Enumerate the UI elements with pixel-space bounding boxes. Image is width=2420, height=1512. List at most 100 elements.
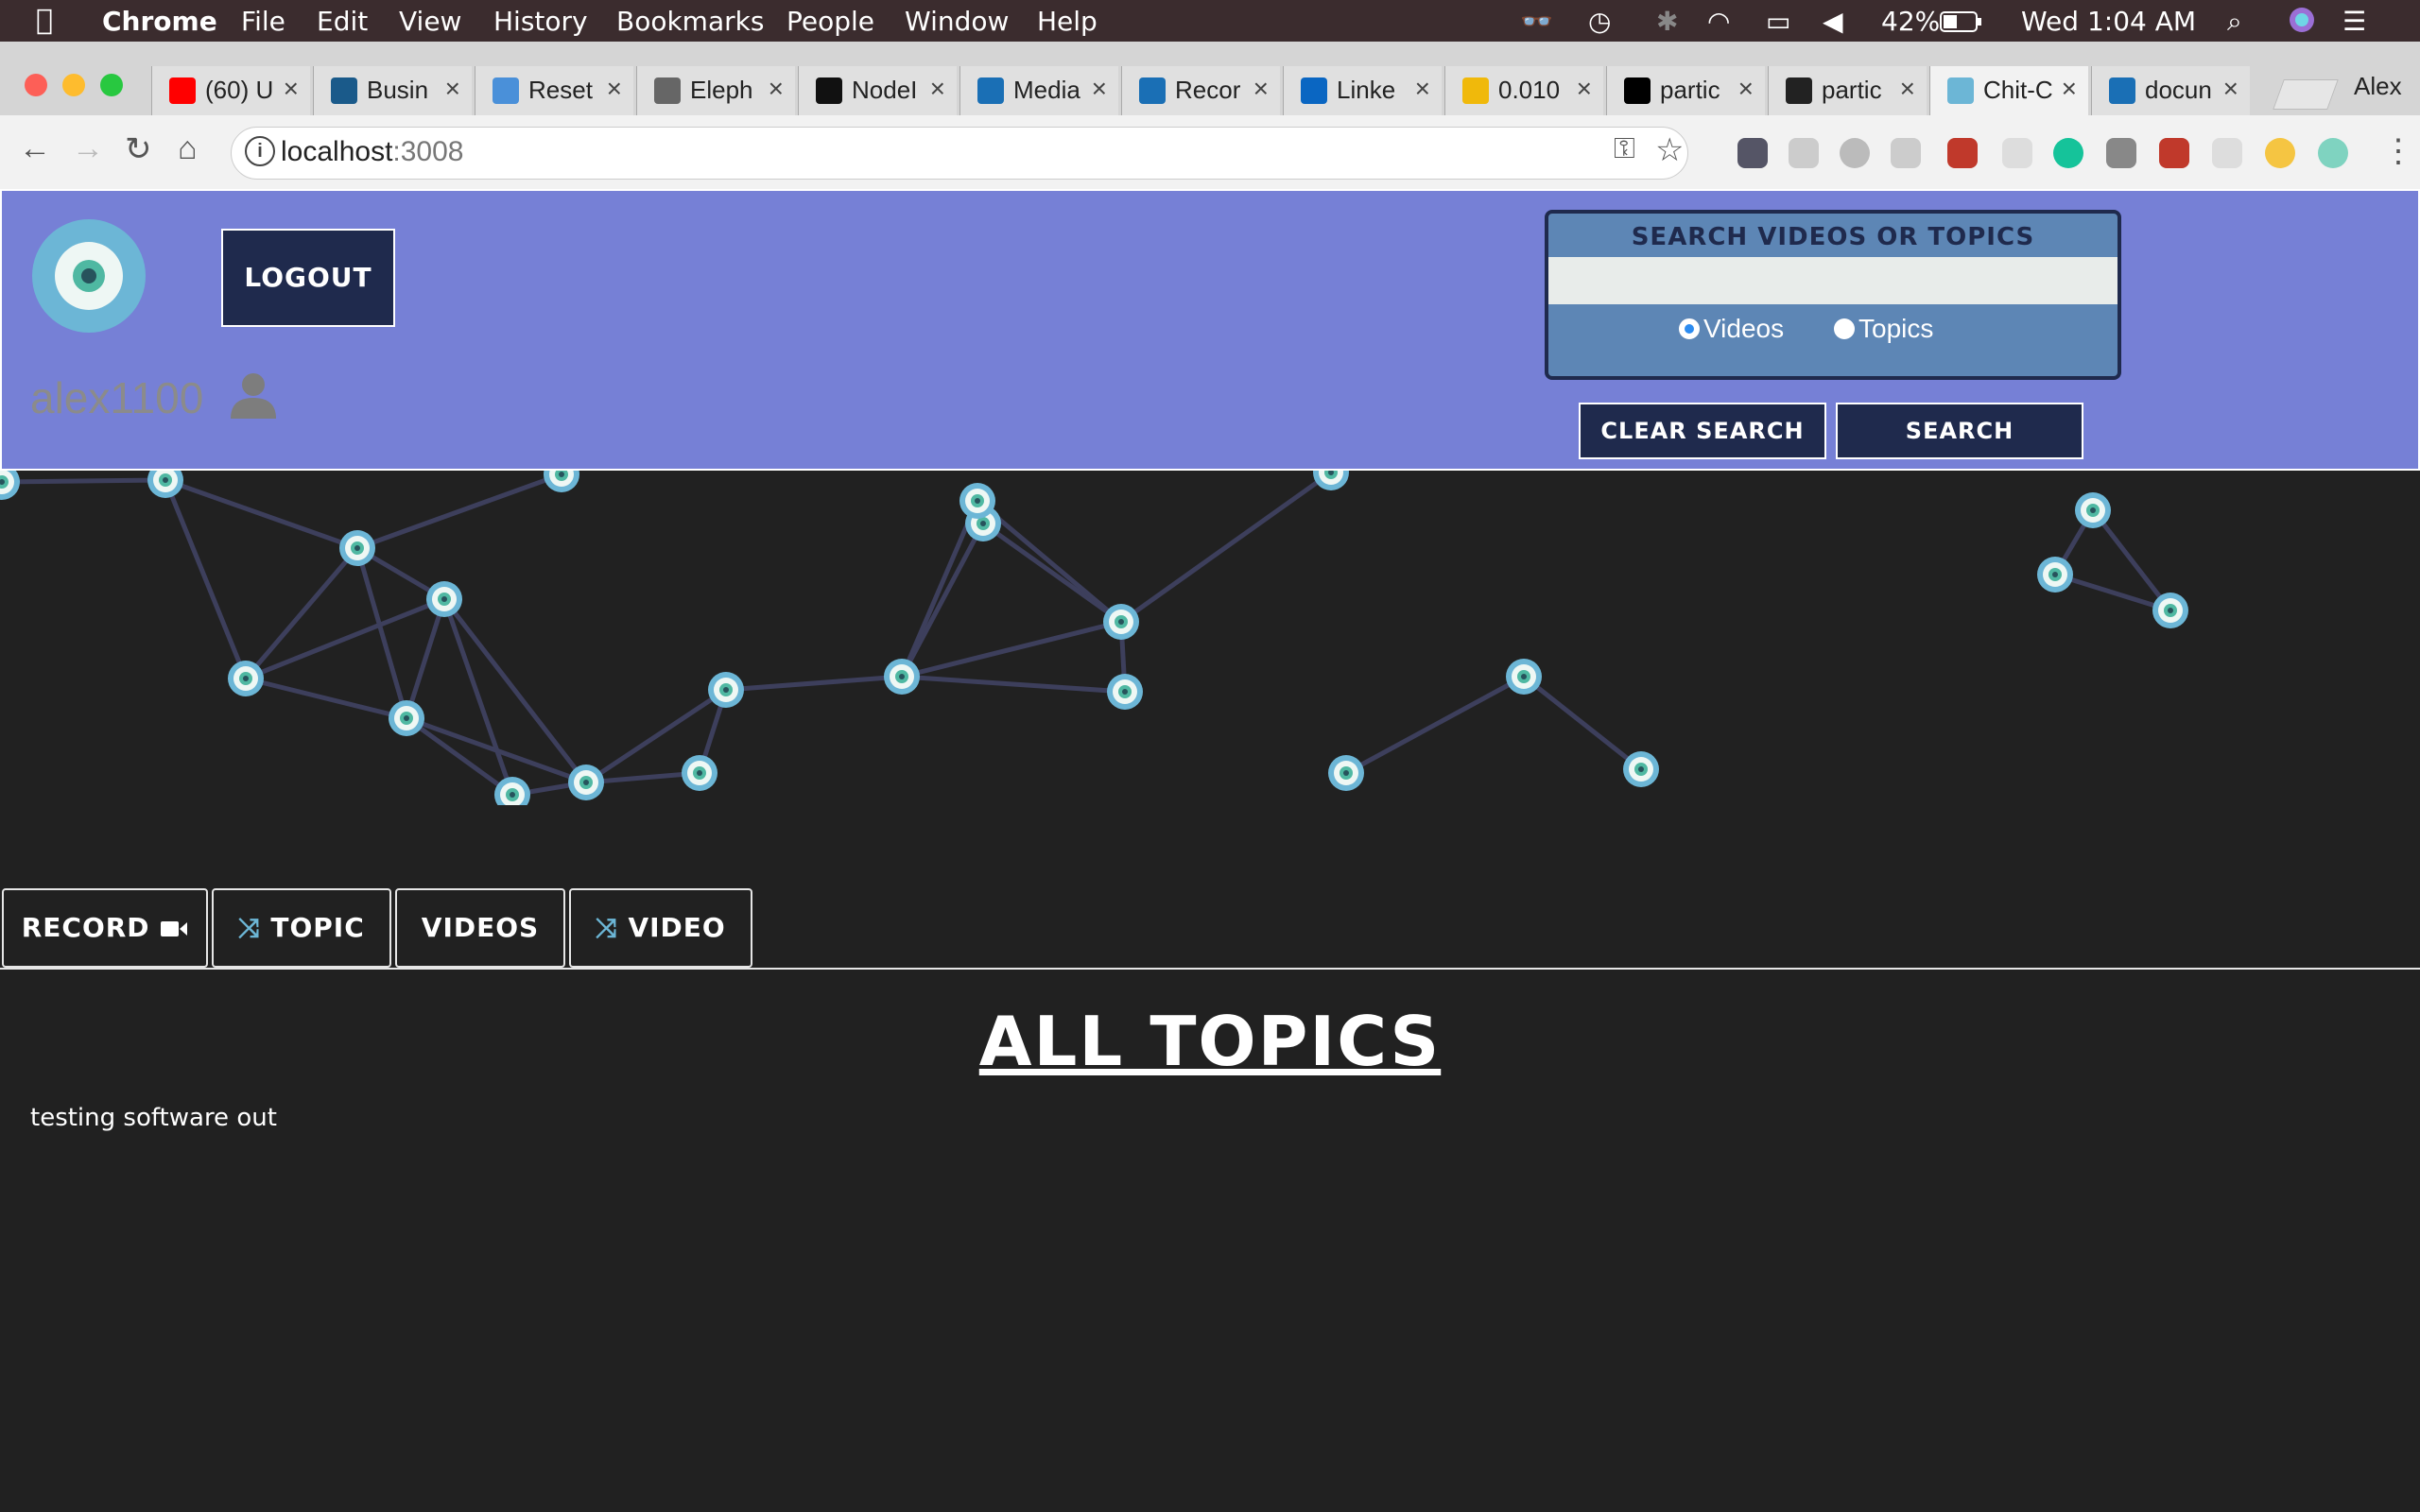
extension-cors-icon[interactable]	[2159, 138, 2189, 168]
notification-center-icon[interactable]: ☰	[2342, 6, 2366, 37]
browser-tab[interactable]: Reset ×	[475, 66, 633, 115]
bluetooth-icon[interactable]: ✱	[1656, 6, 1678, 37]
forward-icon[interactable]: →	[72, 130, 104, 167]
battery-icon[interactable]	[1940, 6, 1983, 37]
reload-icon[interactable]: ↻	[125, 130, 152, 168]
menu-help[interactable]: Help	[1037, 6, 1098, 37]
extension-grammarly-icon[interactable]	[2053, 138, 2083, 168]
menu-window[interactable]: Window	[905, 6, 1009, 37]
record-tab[interactable]: RECORD	[2, 888, 208, 968]
extension-moon-icon[interactable]	[2265, 138, 2295, 168]
radio-topics-dot[interactable]	[1834, 318, 1855, 339]
close-tab-icon[interactable]: ×	[607, 74, 622, 104]
time-machine-icon[interactable]: ◷	[1588, 6, 1611, 37]
browser-tab[interactable]: 0.010 ×	[1444, 66, 1603, 115]
apple-icon[interactable]: 	[36, 4, 53, 37]
app-logo-eye-icon[interactable]	[32, 219, 146, 333]
extension-eye-icon[interactable]	[2318, 138, 2348, 168]
close-tab-icon[interactable]: ×	[2062, 74, 2077, 104]
network-edge	[245, 596, 445, 681]
profile-name[interactable]: Alex	[2354, 72, 2402, 101]
network-edge	[901, 619, 1122, 679]
youtube-icon	[169, 77, 196, 104]
network-node-eye-icon	[2037, 557, 2073, 593]
address-bar[interactable]: i localhost:3008 ⚿ ☆	[231, 127, 1688, 180]
key-icon[interactable]: ⚿	[1614, 133, 1635, 165]
radio-topics[interactable]: Topics	[1834, 314, 1933, 344]
menu-history[interactable]: History	[493, 6, 588, 37]
close-tab-icon[interactable]: ×	[930, 74, 945, 104]
random-video-tab[interactable]: ⤨ VIDEO	[569, 888, 752, 968]
search-button[interactable]: SEARCH	[1836, 403, 2083, 459]
search-input[interactable]	[1548, 257, 2118, 304]
menu-app-name[interactable]: Chrome	[102, 6, 217, 37]
new-tab-button[interactable]	[2273, 79, 2339, 110]
extension-ghost-icon[interactable]	[2002, 138, 2032, 168]
network-edge	[164, 477, 358, 551]
clear-search-button[interactable]: CLEAR SEARCH	[1579, 403, 1826, 459]
browser-tab[interactable]: Eleph ×	[636, 66, 795, 115]
address-text[interactable]: localhost:3008	[281, 136, 463, 168]
browser-tab[interactable]: docun ×	[2091, 66, 2250, 115]
siri-icon[interactable]	[2288, 6, 2316, 37]
browser-tab[interactable]: Linke ×	[1283, 66, 1442, 115]
close-tab-icon[interactable]: ×	[1253, 74, 1269, 104]
browser-tab[interactable]: Busin ×	[313, 66, 472, 115]
radio-videos-dot[interactable]	[1679, 318, 1700, 339]
close-tab-icon[interactable]: ×	[769, 74, 784, 104]
close-tab-icon[interactable]: ×	[445, 74, 460, 104]
menu-file[interactable]: File	[241, 6, 285, 37]
close-tab-icon[interactable]: ×	[2223, 74, 2238, 104]
random-topic-tab[interactable]: ⤨ TOPIC	[212, 888, 391, 968]
minimize-window-button[interactable]	[62, 74, 85, 96]
menu-view[interactable]: View	[399, 6, 461, 37]
extension-chat-icon[interactable]	[2212, 138, 2242, 168]
browser-tab[interactable]: partic ×	[1768, 66, 1927, 115]
close-window-button[interactable]	[25, 74, 47, 96]
menu-bookmarks[interactable]: Bookmarks	[616, 6, 764, 37]
extension-sync-icon[interactable]	[1737, 138, 1768, 168]
glasses-icon[interactable]: 👓	[1520, 6, 1553, 37]
site-info-icon[interactable]: i	[245, 136, 275, 166]
menu-people[interactable]: People	[786, 6, 874, 37]
browser-tab[interactable]: NodeI ×	[798, 66, 957, 115]
bookmark-star-icon[interactable]: ☆	[1655, 131, 1684, 169]
close-tab-icon[interactable]: ×	[1577, 74, 1592, 104]
browser-tab[interactable]: (60) U ×	[151, 66, 310, 115]
video-camera-icon	[161, 921, 188, 936]
menu-edit[interactable]: Edit	[317, 6, 368, 37]
extension-tree-icon[interactable]	[1789, 138, 1819, 168]
close-tab-icon[interactable]: ×	[1092, 74, 1107, 104]
close-tab-icon[interactable]: ×	[1900, 74, 1915, 104]
volume-icon[interactable]: ◀	[1823, 6, 1843, 37]
menu-clock[interactable]: Wed 1:04 AM	[2021, 6, 2196, 37]
radio-videos[interactable]: Videos	[1679, 314, 1784, 344]
extension-bug-icon[interactable]	[1947, 138, 1978, 168]
logout-button[interactable]: LOGOUT	[221, 229, 395, 327]
back-icon[interactable]: ←	[19, 130, 51, 167]
browser-tab[interactable]: Media ×	[959, 66, 1118, 115]
zoom-window-button[interactable]	[100, 74, 123, 96]
network-node-eye-icon	[426, 581, 462, 617]
battery-percent[interactable]: 42%	[1881, 6, 1940, 37]
topic-item[interactable]: testing software out	[30, 1104, 277, 1132]
browser-tab-title: NodeI	[852, 76, 918, 104]
extension-skype-icon[interactable]	[1840, 138, 1870, 168]
wifi-icon[interactable]: ◠	[1707, 6, 1730, 37]
close-tab-icon[interactable]: ×	[1415, 74, 1430, 104]
videos-tab[interactable]: VIDEOS	[395, 888, 565, 968]
home-icon[interactable]: ⌂	[178, 130, 198, 167]
browser-tab[interactable]: Chit-C ×	[1929, 66, 2088, 115]
close-tab-icon[interactable]: ×	[1738, 74, 1754, 104]
extension-vue-icon[interactable]	[2106, 138, 2136, 168]
close-tab-icon[interactable]: ×	[284, 74, 299, 104]
browser-tab[interactable]: Recor ×	[1121, 66, 1280, 115]
airplay-icon[interactable]: ▭	[1766, 6, 1790, 37]
network-edge	[245, 676, 407, 721]
browser-tab-title: docun	[2145, 76, 2212, 104]
browser-tab[interactable]: partic ×	[1606, 66, 1765, 115]
radio-topics-label: Topics	[1858, 314, 1934, 343]
chrome-menu-icon[interactable]: ⋮	[2382, 132, 2414, 170]
extension-cast-icon[interactable]	[1891, 138, 1921, 168]
spotlight-icon[interactable]: ⌕	[2227, 6, 2242, 38]
